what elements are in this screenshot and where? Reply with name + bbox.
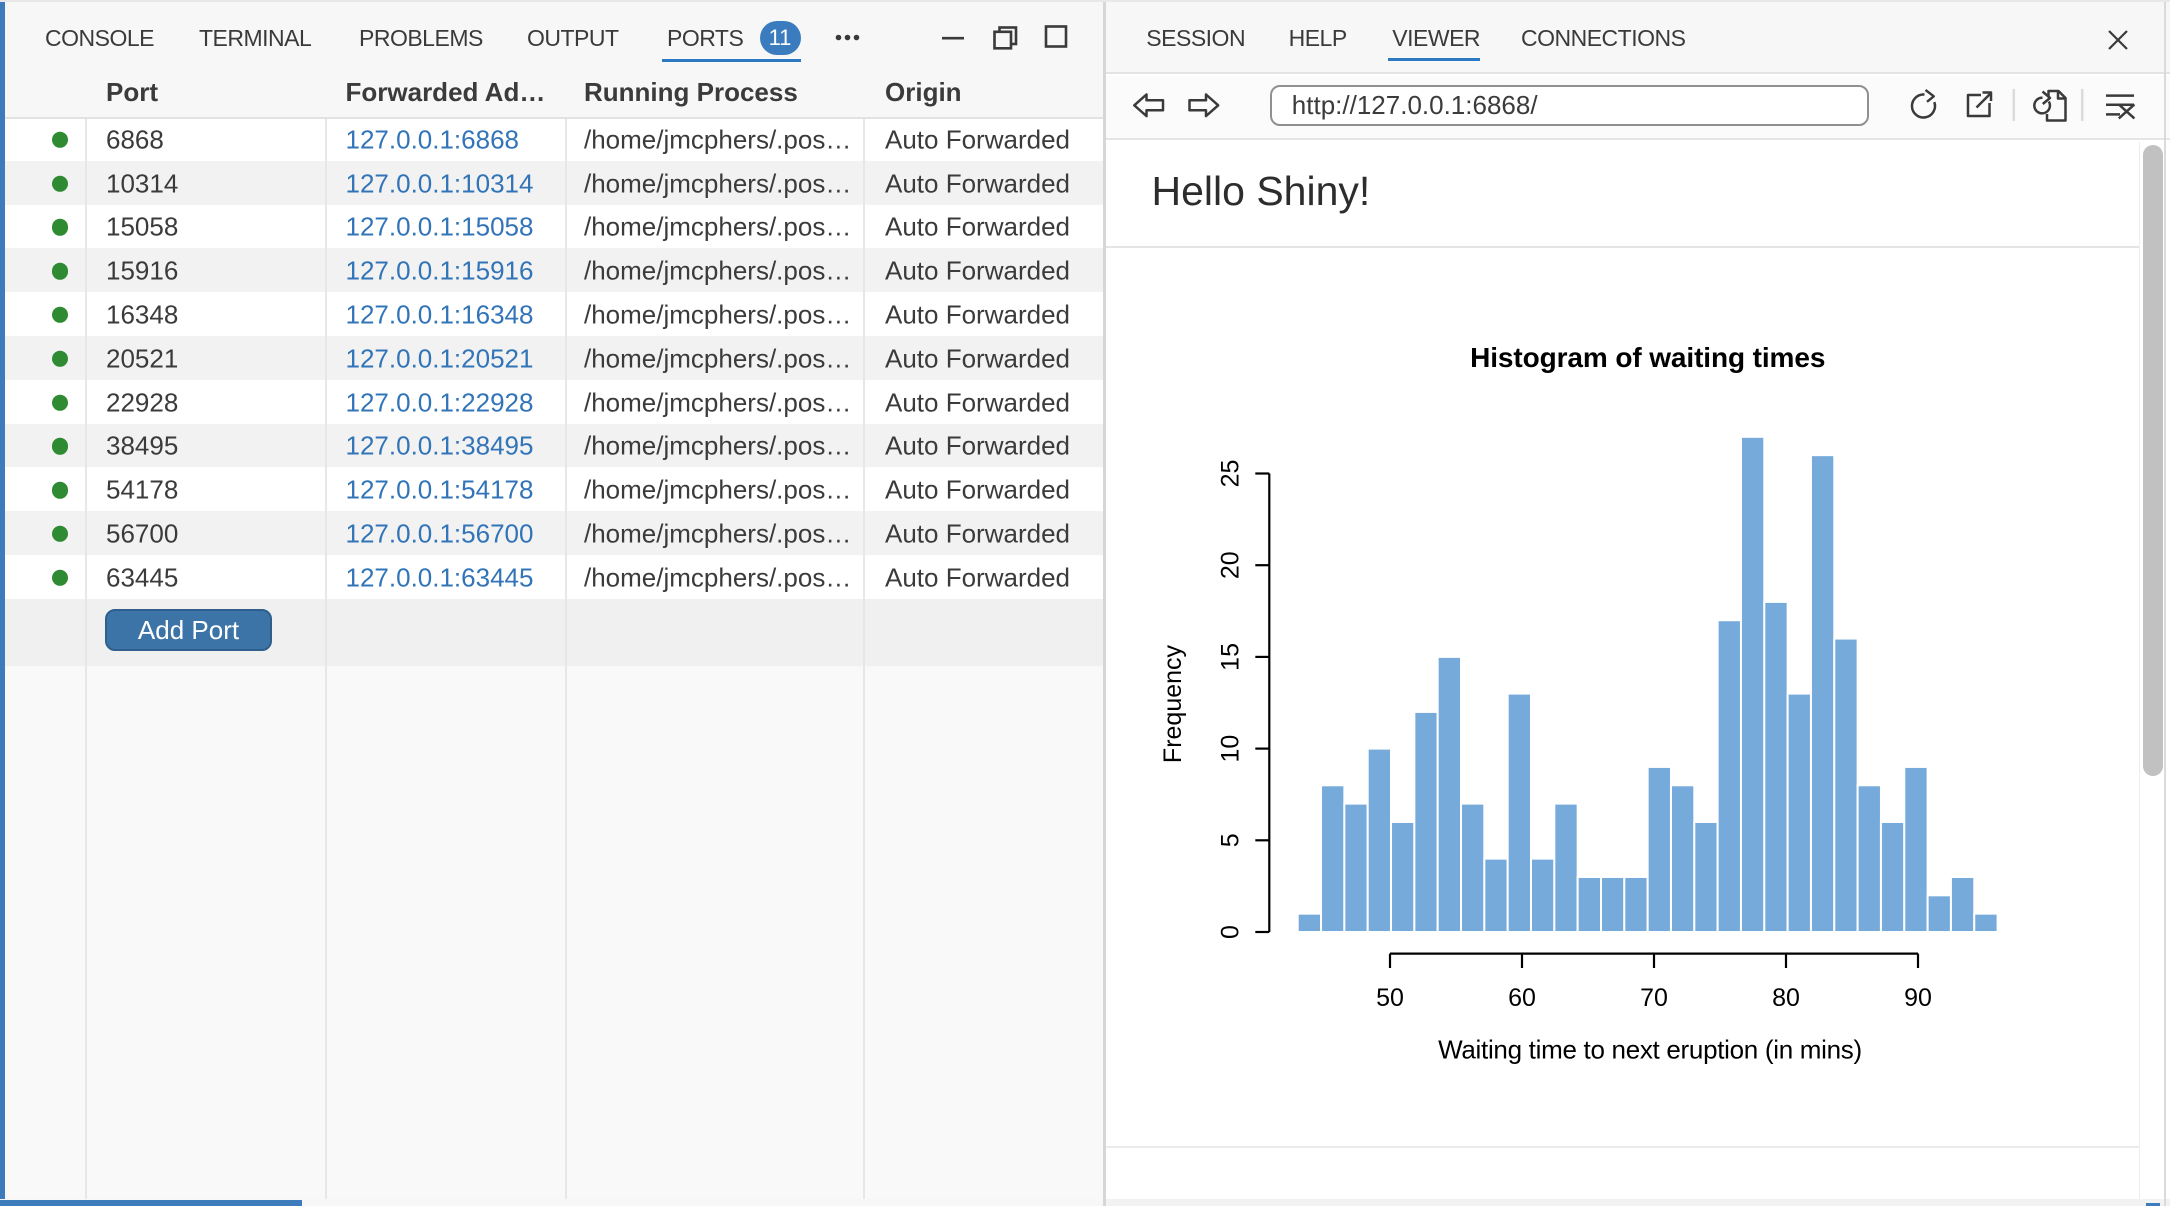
svg-text:25: 25 xyxy=(1217,460,1245,488)
svg-text:90: 90 xyxy=(1904,984,1932,1012)
svg-text:10: 10 xyxy=(1217,735,1245,763)
svg-text:80: 80 xyxy=(1772,984,1800,1012)
svg-text:70: 70 xyxy=(1640,984,1668,1012)
svg-text:0: 0 xyxy=(1217,925,1245,939)
svg-text:60: 60 xyxy=(1508,984,1536,1012)
svg-text:50: 50 xyxy=(1376,984,1404,1012)
svg-text:Frequency: Frequency xyxy=(1159,644,1187,763)
svg-text:Histogram of waiting times: Histogram of waiting times xyxy=(1470,342,1825,373)
svg-text:20: 20 xyxy=(1217,551,1245,579)
svg-text:15: 15 xyxy=(1217,643,1245,671)
svg-text:Waiting time to next eruption: Waiting time to next eruption (in mins) xyxy=(1438,1035,1862,1065)
svg-text:5: 5 xyxy=(1217,833,1245,847)
